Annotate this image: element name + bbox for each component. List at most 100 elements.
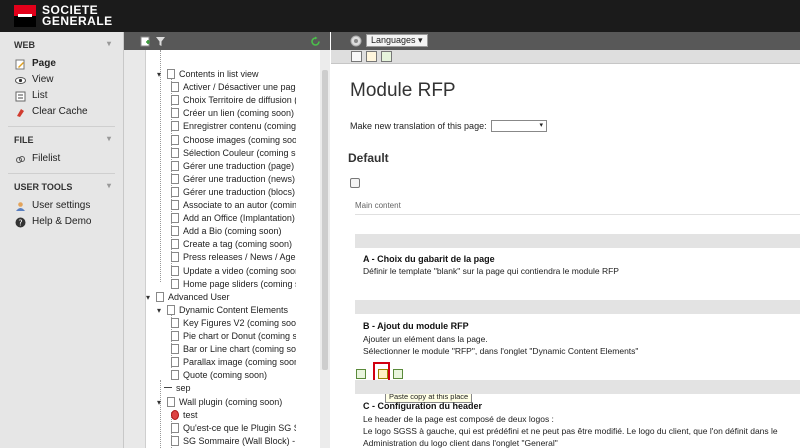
tree-item-label: Wall plugin (coming soon) xyxy=(179,396,283,407)
tree-item-label: Bar or Line chart (coming soo xyxy=(183,344,296,355)
page-properties-icon[interactable] xyxy=(381,51,392,62)
tree-item[interactable]: ▾ Wall plugin (coming soon) xyxy=(157,396,296,409)
tree-item-label: Qu'est-ce que le Plugin SG Som xyxy=(183,422,296,433)
tree-item[interactable]: Press releases / News / Agend xyxy=(171,251,296,264)
menu-item-page[interactable]: Page xyxy=(0,56,123,72)
menu-item-view[interactable]: View xyxy=(0,72,123,88)
new-page-icon[interactable] xyxy=(140,36,151,47)
content-element-text: Le header de la page est composé de deux… xyxy=(363,414,554,424)
menu-item-filelist[interactable]: Filelist xyxy=(0,151,123,167)
tree-item[interactable]: Bar or Line chart (coming soo xyxy=(171,343,296,356)
tree-item-label: Gérer une traduction (news) (c xyxy=(183,173,296,184)
tree-item[interactable]: Choix Territoire de diffusion (co xyxy=(171,94,296,107)
tree-item[interactable]: Quote (coming soon) xyxy=(171,369,296,382)
page-icon xyxy=(171,186,179,197)
edit-language-icon[interactable] xyxy=(350,178,360,188)
page-content: Module RFP Make new translation of this … xyxy=(331,64,800,448)
languages-dropdown[interactable]: Languages ▾ xyxy=(366,34,428,47)
societe-generale-logo[interactable]: SOCIETE GENERALE xyxy=(14,4,113,28)
tree-item[interactable]: Qu'est-ce que le Plugin SG Som xyxy=(171,422,296,435)
tree-item[interactable]: Home page sliders (coming soo xyxy=(171,278,296,291)
edit-page-icon[interactable] xyxy=(366,51,377,62)
tree-item[interactable]: ▾ Advanced User xyxy=(146,291,296,304)
tree-item-label: Quote (coming soon) xyxy=(183,370,268,381)
tree-item-label: Créer un lien (coming soon) xyxy=(183,108,295,119)
tree-item-label: Parallax image (coming soon) xyxy=(183,357,296,368)
tree-item[interactable]: sep xyxy=(164,382,296,395)
tree-toggle-icon[interactable]: ▾ xyxy=(146,291,154,304)
filter-icon[interactable] xyxy=(155,36,166,47)
section-user-tools[interactable]: USER TOOLS ▾ xyxy=(0,174,123,198)
tree-item-label: Add an Office (Implantation) (c xyxy=(183,213,296,224)
tree-item[interactable]: Associate to an autor (coming xyxy=(171,199,296,212)
menu-item-clear-cache[interactable]: Clear Cache xyxy=(0,104,123,120)
tree-item[interactable]: Update a video (coming soon) xyxy=(171,265,296,278)
page-icon xyxy=(171,252,179,263)
menu-item-user-settings[interactable]: User settings xyxy=(0,198,123,214)
tree-item[interactable]: Sélection Couleur (coming soon) xyxy=(171,147,296,160)
page-icon xyxy=(171,213,179,224)
tree-toggle-icon[interactable]: ▾ xyxy=(157,68,165,81)
page-icon xyxy=(171,108,179,119)
tree-item[interactable]: Pie chart or Donut (coming soc xyxy=(171,330,296,343)
tree-item[interactable]: test xyxy=(171,409,296,422)
page-icon xyxy=(167,396,175,407)
tree-item[interactable]: Choose images (coming soon) xyxy=(171,134,296,147)
chevron-down-icon: ▾ xyxy=(106,181,111,190)
section-web[interactable]: WEB ▾ xyxy=(0,32,123,56)
page-icon xyxy=(171,121,179,132)
page-icon xyxy=(171,317,179,328)
tree-item[interactable]: Gérer une traduction (blocs) (c xyxy=(171,186,296,199)
page-icon xyxy=(171,435,179,446)
tree-scrollbar-thumb[interactable] xyxy=(322,70,328,370)
menu-item-help-demo[interactable]: ? Help & Demo xyxy=(0,214,123,230)
tree-item[interactable]: ▾ Contents in list view xyxy=(157,68,296,81)
menu-item-list[interactable]: List xyxy=(0,88,123,104)
tree-item[interactable]: Enregistrer contenu (coming so xyxy=(171,120,296,133)
page-icon xyxy=(171,200,179,210)
new-content-icon[interactable] xyxy=(356,369,366,379)
page-icon xyxy=(171,409,179,420)
page-icon xyxy=(171,265,179,276)
page-icon xyxy=(171,422,179,433)
section-file[interactable]: FILE ▾ xyxy=(0,127,123,151)
page-icon xyxy=(171,95,179,106)
tree-toggle-icon[interactable]: ▾ xyxy=(157,304,165,317)
tree-item[interactable]: Create a tag (coming soon) xyxy=(171,238,296,251)
tree-item[interactable]: Parallax image (coming soon) xyxy=(171,356,296,369)
eye-icon xyxy=(15,77,26,84)
content-element-text: Définir le template "blank" sur la page … xyxy=(363,266,619,276)
tree-item[interactable]: SG Sommaire (Wall Block) - M xyxy=(171,435,296,448)
tree-item[interactable]: Activer / Désactiver une page ( ... xyxy=(171,81,296,94)
page-edit-icon xyxy=(15,59,25,70)
new-content-after-icon[interactable] xyxy=(393,369,403,379)
help-icon: ? xyxy=(15,217,26,228)
view-icon[interactable] xyxy=(351,51,362,62)
tree-item-label: Sélection Couleur (coming soon) xyxy=(183,147,296,158)
page-icon xyxy=(156,291,164,302)
tree-toggle-icon[interactable]: ▾ xyxy=(157,396,165,409)
tree-item-label: Update a video (coming soon) xyxy=(183,265,296,276)
content-element-header xyxy=(355,300,800,314)
tree-item[interactable]: Créer un lien (coming soon) xyxy=(171,107,296,120)
tree-item[interactable]: Add an Office (Implantation) (c xyxy=(171,212,296,225)
page-title: Module RFP xyxy=(350,80,456,101)
tree-item[interactable]: Gérer une traduction (news) (c xyxy=(171,173,296,186)
chevron-down-icon: ▾ xyxy=(106,134,111,143)
tree-item[interactable]: Key Figures V2 (coming soon) xyxy=(171,317,296,330)
logo-line2: GENERALE xyxy=(42,14,113,28)
page-icon xyxy=(171,278,179,289)
tree-item[interactable]: ▾ Dynamic Content Elements xyxy=(157,304,296,317)
content-element-header xyxy=(355,380,800,394)
tree-item[interactable]: Add a Bio (coming soon) xyxy=(171,225,296,238)
tree-item-label: Gérer une traduction (page) (co xyxy=(183,160,296,171)
view-page-icon[interactable] xyxy=(350,35,362,47)
tree-item-label: Enregistrer contenu (coming so xyxy=(183,121,296,132)
page-icon xyxy=(171,331,179,341)
tree-item-label: Choose images (coming soon) xyxy=(183,134,296,145)
page-icon xyxy=(171,173,179,184)
link-icon xyxy=(16,156,25,163)
refresh-icon[interactable] xyxy=(310,36,321,47)
translation-select[interactable]: ▾ xyxy=(491,120,547,132)
tree-item[interactable]: Gérer une traduction (page) (co xyxy=(171,160,296,173)
